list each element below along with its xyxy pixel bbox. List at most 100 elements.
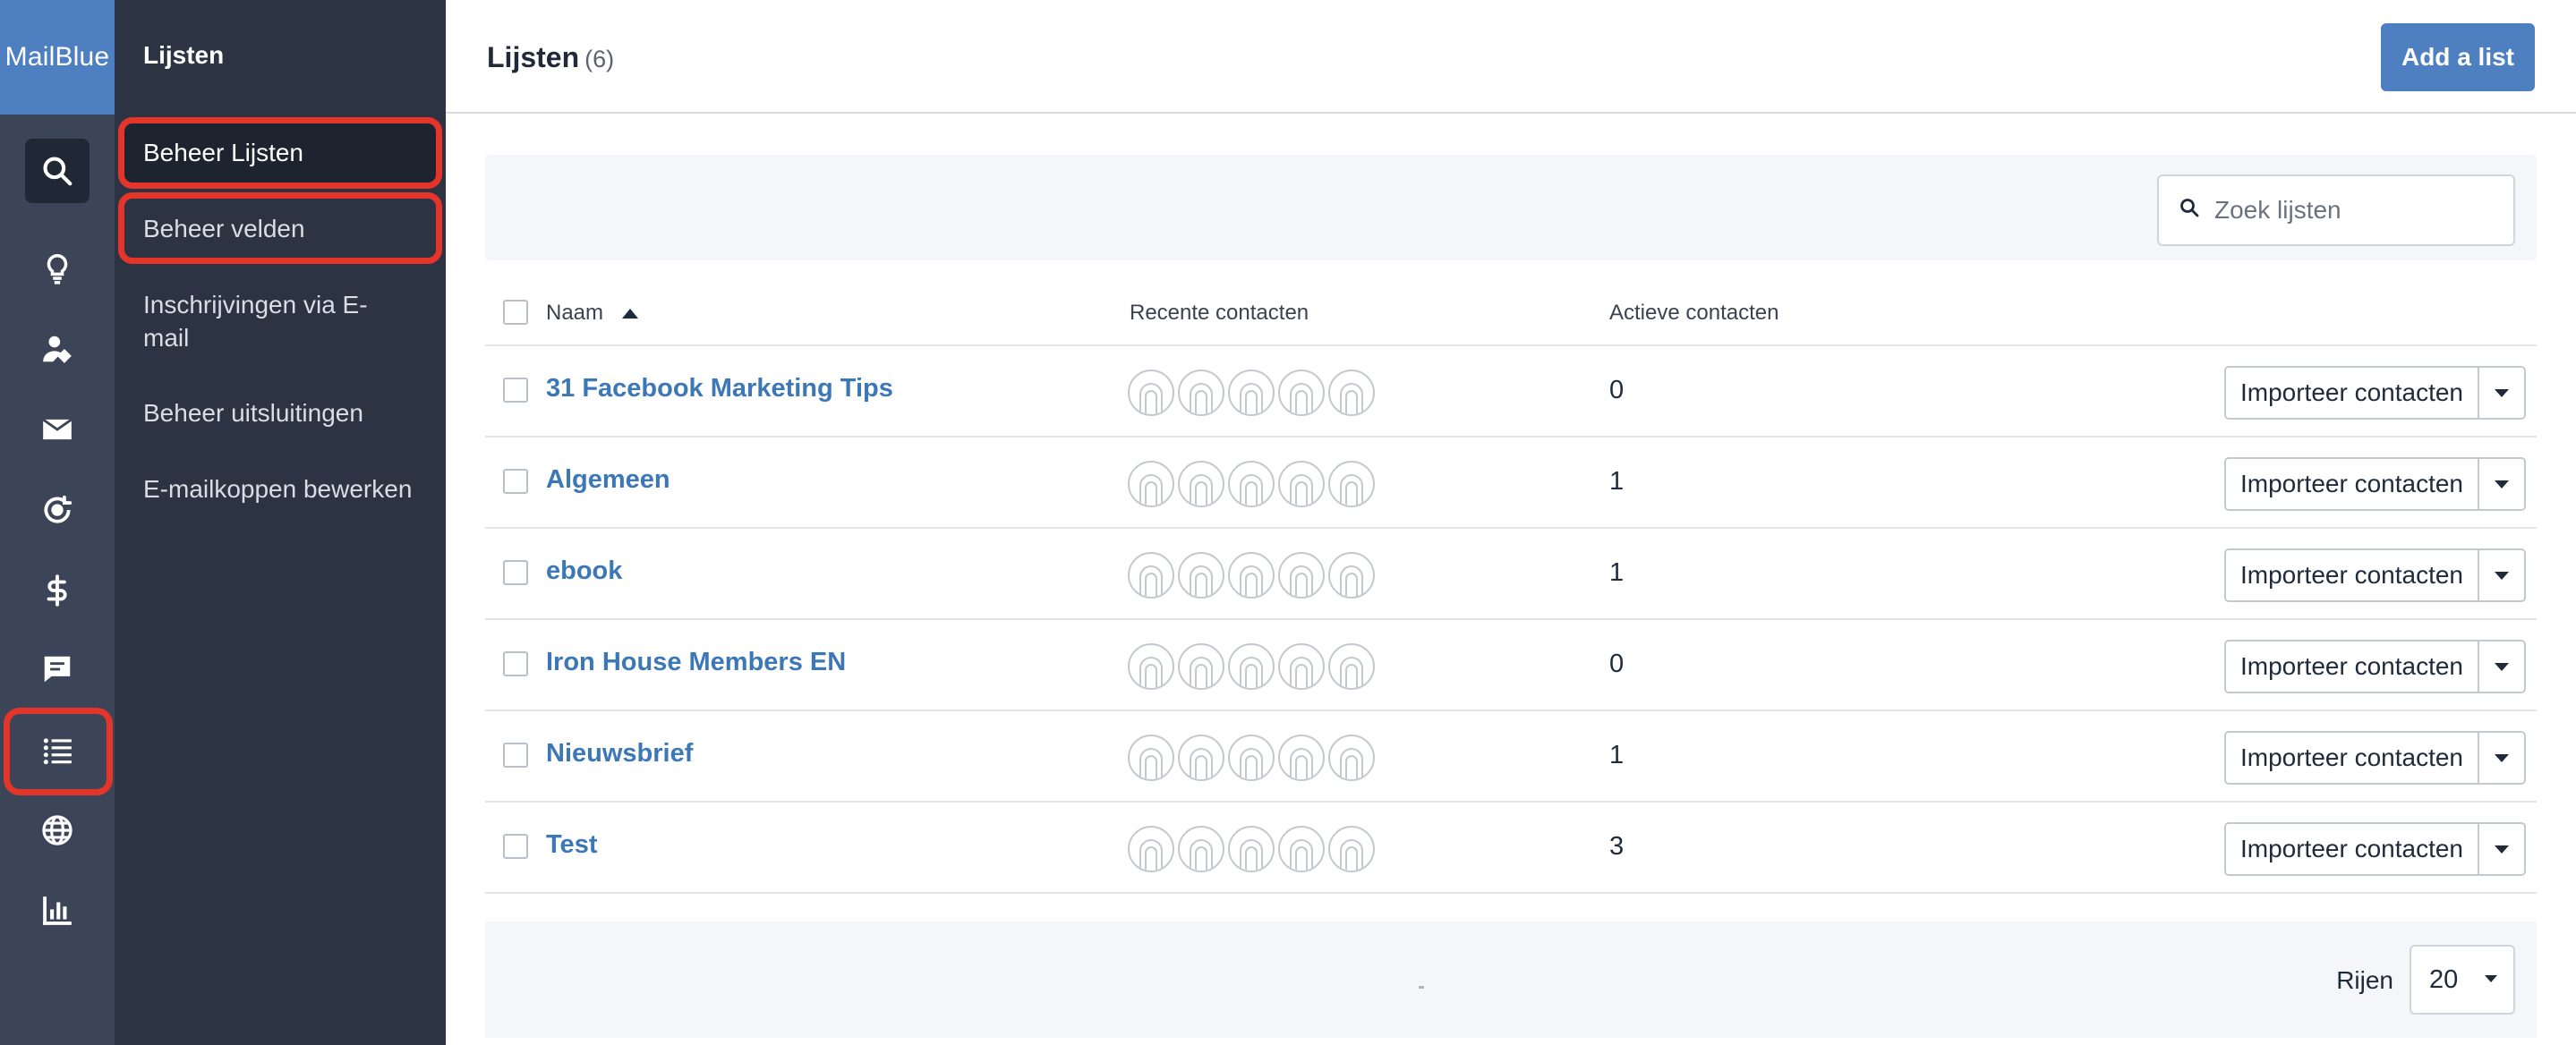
avatar-placeholder-icon — [1178, 552, 1224, 599]
avatar-placeholder-icon — [1328, 643, 1375, 690]
avatar-placeholder-icon — [1128, 826, 1174, 872]
subnav-item-emailkoppen[interactable]: E-mailkoppen bewerken — [143, 472, 439, 506]
globe-icon[interactable] — [25, 798, 90, 862]
rows-per-page-select[interactable]: 20 — [2410, 945, 2515, 1015]
search-field[interactable] — [2157, 174, 2515, 246]
list-name-link[interactable]: 31 Facebook Marketing Tips — [546, 374, 893, 404]
import-button-group: Importeer contacten — [2223, 457, 2526, 511]
list-name-link[interactable]: ebook — [546, 556, 622, 586]
chevron-down-icon — [2495, 388, 2509, 397]
avatar-placeholder-icon — [1228, 735, 1275, 781]
avatar-placeholder-icon — [1128, 735, 1174, 781]
import-button-group: Importeer contacten — [2223, 640, 2526, 693]
import-button-group: Importeer contacten — [2223, 731, 2526, 785]
import-contacts-button[interactable]: Importeer contacten — [2223, 822, 2479, 876]
import-contacts-button[interactable]: Importeer contacten — [2223, 640, 2479, 693]
recent-contacts — [1128, 461, 1378, 507]
avatar-placeholder-icon — [1228, 643, 1275, 690]
import-dropdown-toggle[interactable] — [2479, 457, 2526, 511]
avatar-placeholder-icon — [1128, 370, 1174, 416]
subnav-item-inschrijvingen[interactable]: Inschrijvingen via E-mail — [143, 288, 403, 354]
table-footer: Rijen 20 — [485, 922, 2537, 1038]
active-contacts-count: 1 — [1609, 558, 1625, 587]
active-contacts-count: 0 — [1609, 376, 1625, 404]
avatar-placeholder-icon — [1278, 826, 1325, 872]
avatar-placeholder-icon — [1178, 370, 1224, 416]
add-list-button[interactable]: Add a list — [2381, 23, 2535, 91]
row-checkbox[interactable] — [503, 743, 528, 768]
import-dropdown-toggle[interactable] — [2479, 640, 2526, 693]
column-header-active: Actieve contacten — [1609, 301, 1779, 325]
import-dropdown-toggle[interactable] — [2479, 366, 2526, 420]
bar-chart-icon[interactable] — [25, 879, 90, 943]
recent-contacts — [1128, 370, 1378, 416]
active-contacts-count: 1 — [1609, 741, 1625, 769]
recent-contacts — [1128, 552, 1378, 599]
row-checkbox[interactable] — [503, 378, 528, 403]
chevron-down-icon — [2495, 480, 2509, 489]
import-dropdown-toggle[interactable] — [2479, 731, 2526, 785]
row-checkbox[interactable] — [503, 560, 528, 585]
table-row: Algemeen 1 Importeer contacten — [485, 438, 2537, 529]
import-contacts-button[interactable]: Importeer contacten — [2223, 548, 2479, 602]
list-name-link[interactable]: Iron House Members EN — [546, 648, 846, 677]
chevron-down-icon — [2485, 975, 2497, 982]
import-contacts-button[interactable]: Importeer contacten — [2223, 731, 2479, 785]
search-input[interactable] — [2214, 196, 2501, 225]
import-dropdown-toggle[interactable] — [2479, 822, 2526, 876]
search-icon[interactable] — [25, 139, 90, 203]
pagination-placeholder — [1419, 986, 1424, 989]
active-contacts-count: 3 — [1609, 832, 1625, 861]
automation-icon[interactable] — [25, 478, 90, 542]
avatar-placeholder-icon — [1178, 735, 1224, 781]
avatar-placeholder-icon — [1328, 370, 1375, 416]
column-header-name[interactable]: Naam — [546, 301, 638, 326]
import-dropdown-toggle[interactable] — [2479, 548, 2526, 602]
table-body: 31 Facebook Marketing Tips 0 Importeer con… — [485, 346, 2537, 894]
table-row: Nieuwsbrief 1 Importeer contacten — [485, 711, 2537, 803]
list-name-link[interactable]: Nieuwsbrief — [546, 739, 693, 769]
chevron-down-icon — [2495, 571, 2509, 580]
avatar-placeholder-icon — [1128, 552, 1174, 599]
dollar-icon[interactable] — [25, 558, 90, 623]
avatar-placeholder-icon — [1178, 643, 1224, 690]
list-icon-highlight — [4, 708, 113, 795]
avatar-placeholder-icon — [1128, 461, 1174, 507]
lists-table: Naam Recente contacten Actieve contacten… — [485, 282, 2537, 894]
import-contacts-button[interactable]: Importeer contacten — [2223, 366, 2479, 420]
table-row: ebook 1 Importeer contacten — [485, 529, 2537, 620]
avatar-placeholder-icon — [1278, 643, 1325, 690]
chevron-down-icon — [2495, 662, 2509, 671]
rows-per-page-value: 20 — [2429, 964, 2459, 994]
chevron-down-icon — [2495, 753, 2509, 762]
subnav-item-beheer-lijsten[interactable]: Beheer Lijsten — [143, 136, 439, 169]
chat-icon[interactable] — [25, 637, 90, 701]
list-name-link[interactable]: Algemeen — [546, 465, 670, 495]
page-header: Lijsten (6) Add a list — [446, 0, 2576, 114]
chevron-down-icon — [2495, 845, 2509, 854]
subnav-item-beheer-velden[interactable]: Beheer velden — [143, 212, 439, 245]
avatar-placeholder-icon — [1278, 735, 1325, 781]
avatar-placeholder-icon — [1128, 643, 1174, 690]
recent-contacts — [1128, 735, 1378, 781]
lightbulb-icon[interactable] — [25, 236, 90, 301]
row-checkbox[interactable] — [503, 834, 528, 859]
avatar-placeholder-icon — [1328, 552, 1375, 599]
import-contacts-button[interactable]: Importeer contacten — [2223, 457, 2479, 511]
list-name-link[interactable]: Test — [546, 830, 597, 860]
row-checkbox[interactable] — [503, 469, 528, 494]
avatar-placeholder-icon — [1228, 370, 1275, 416]
envelope-icon[interactable] — [25, 397, 90, 462]
contacts-icon[interactable] — [25, 317, 90, 381]
table-row: Test 3 Importeer contacten — [485, 803, 2537, 894]
avatar-placeholder-icon — [1178, 826, 1224, 872]
select-all-checkbox[interactable] — [503, 300, 528, 325]
column-header-name-label: Naam — [546, 301, 604, 325]
import-button-group: Importeer contacten — [2223, 366, 2526, 420]
page-title-text: Lijsten — [487, 41, 580, 73]
table-row: Iron House Members EN 0 Importeer contacte… — [485, 620, 2537, 711]
row-checkbox[interactable] — [503, 651, 528, 676]
brand-logo[interactable]: MailBlue — [0, 0, 115, 115]
import-button-group: Importeer contacten — [2223, 822, 2526, 876]
subnav-item-uitsluitingen[interactable]: Beheer uitsluitingen — [143, 396, 439, 429]
